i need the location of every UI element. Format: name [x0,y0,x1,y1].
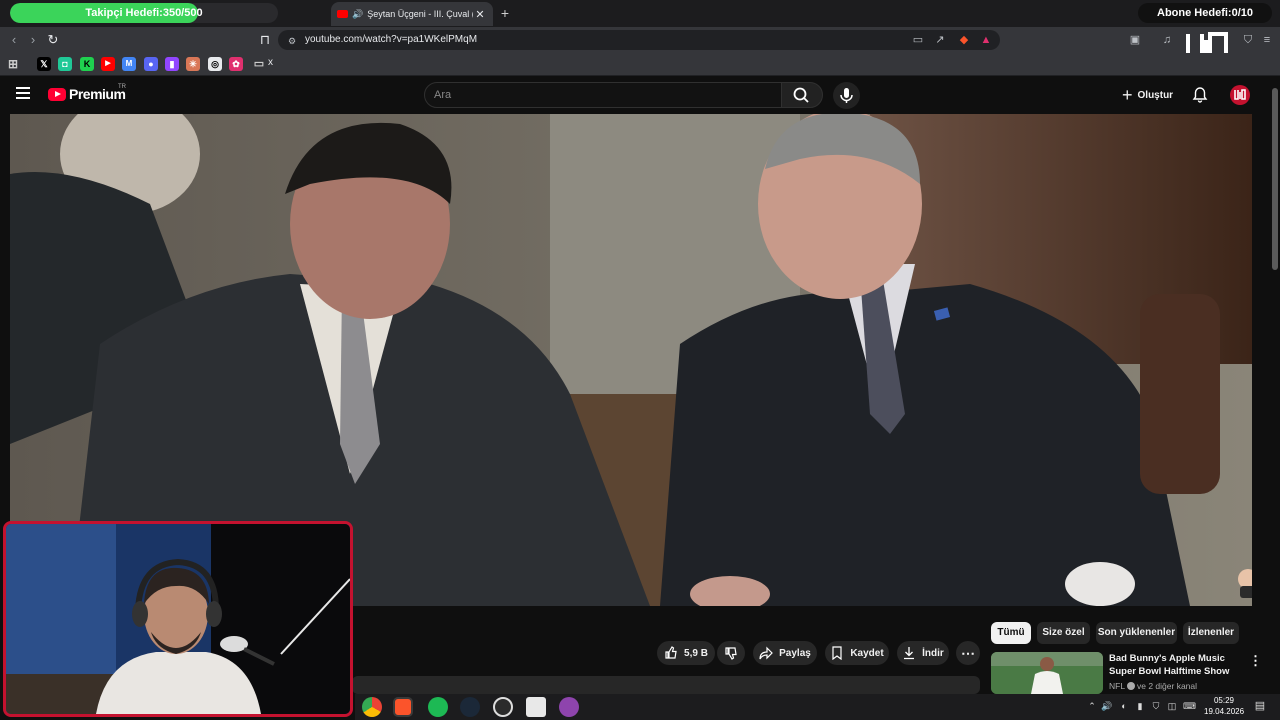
verified-icon [1127,682,1135,690]
download-button[interactable]: İndir [897,641,949,665]
tray-app-icon[interactable]: ◐ [1118,700,1130,712]
notifications-bell-icon[interactable] [1191,86,1209,104]
obs-taskbar-icon[interactable] [493,697,513,717]
twitch-icon[interactable]: ▮ [165,57,179,71]
download-icon [904,647,915,660]
recommendation-title[interactable]: Bad Bunny's Apple Music Super Bowl Halft… [1109,652,1249,678]
youtube-brand[interactable]: Premium [69,86,126,102]
share-button[interactable]: Paylaş [753,641,817,665]
dislike-button[interactable] [717,641,745,665]
youtube-icon[interactable]: ▶ [101,57,115,71]
recommendation-menu-icon[interactable]: ⋮ [1249,653,1262,669]
chrome-taskbar-icon[interactable] [362,697,382,717]
vpn-icon[interactable]: ⛉ [1240,32,1256,48]
clock-date[interactable]: 19.04.2026 [1204,707,1244,716]
microphone-icon [840,88,853,103]
create-label: Oluştur [1137,89,1174,101]
follower-goal-label: Takipçi Hedefi:350/500 [85,7,203,19]
share-page-icon[interactable]: ↗ [932,32,948,48]
share-icon [759,646,773,660]
search-button[interactable] [781,82,823,108]
brave-taskbar-icon[interactable] [393,697,413,717]
folder-icon[interactable]: ▭ [252,57,266,71]
region-code: TR [118,84,126,90]
search-icon [793,87,809,103]
url-text[interactable]: youtube.com/watch?v=pa1WKelPMqM [305,33,477,47]
like-button[interactable]: 5,9 B [657,641,715,665]
account-avatar[interactable] [1230,85,1250,105]
new-tab-button[interactable]: + [498,5,512,21]
spotify-taskbar-icon[interactable] [428,697,448,717]
save-playlist-icon [832,646,842,660]
bookmark-page-icon[interactable]: ⊓ [257,31,273,49]
browser-menu-icon[interactable]: ≡ [1259,32,1275,48]
save-label: Kaydet [850,647,884,659]
red-app-icon[interactable]: ✿ [229,57,243,71]
chip-for-you[interactable]: Size özel [1037,622,1090,644]
webcam-overlay [3,521,353,717]
create-button[interactable]: + Oluştur [1118,84,1178,106]
notifications-icon[interactable]: ▤ [1254,700,1266,712]
discord-taskbar-icon[interactable] [559,697,579,717]
tray-app2-icon[interactable]: ⛉ [1150,700,1162,712]
mic-tray-icon[interactable]: ▮ [1134,700,1146,712]
tab-title: Şeytan Üçgeni - III. Çuval (EX [367,9,473,19]
subscriber-goal-label: Abone Hedefi:0/10 [1138,3,1272,23]
chip-recently-uploaded[interactable]: Son yüklenenler [1096,622,1177,644]
save-button[interactable]: Kaydet [825,641,889,665]
thumbs-up-icon [665,646,677,659]
brave-shield-icon[interactable]: ◆ [956,32,972,48]
more-horizontal-icon: ⋯ [961,644,975,661]
gmail-icon[interactable]: M [122,57,136,71]
description-box [352,676,980,694]
clock-time[interactable]: 05:29 [1212,696,1236,705]
cast-icon[interactable]: ▭ [910,32,926,48]
channel-avatar-icon [1234,89,1246,100]
share-label: Paylaş [779,647,811,659]
page-scrollbar[interactable] [1272,88,1278,270]
chip-watched[interactable]: İzlenenler [1183,622,1239,644]
recommendation-channel-suffix: ve 2 diğer kanal [1137,681,1198,691]
browser-tab-active[interactable]: 🔊 Şeytan Üçgeni - III. Çuval (EX ✕ [331,2,493,26]
youtube-favicon-icon [337,10,348,18]
brave-rewards-icon[interactable]: ▲ [978,32,994,48]
thumbs-down-icon [725,647,737,660]
claude-icon[interactable]: ✳ [186,57,200,71]
chip-all[interactable]: Tümü [991,622,1031,644]
webcam-feed [6,524,350,714]
more-actions-button[interactable]: ⋯ [956,641,980,665]
tray-app3-icon[interactable]: ◫ [1166,700,1178,712]
audio-playing-icon[interactable]: 🔊 [352,9,363,20]
keyboard-icon[interactable]: ⌨ [1183,700,1196,712]
search-input[interactable] [434,85,764,105]
kick-icon[interactable]: K [80,57,94,71]
thumbnail-image [991,652,1103,694]
site-info-icon[interactable]: ⚙ [284,33,300,49]
plus-icon: + [1122,85,1133,105]
volume-icon[interactable]: 🔊 [1101,700,1113,712]
like-count: 5,9 B [684,647,708,659]
notepad-taskbar-icon[interactable] [526,697,546,717]
steam-taskbar-icon[interactable] [460,697,480,717]
x-icon[interactable]: 𝕏 [37,57,51,71]
recommendation-channel[interactable]: NFL [1109,681,1125,691]
green-app-icon[interactable]: ◘ [58,57,72,71]
chatgpt-icon[interactable]: ◎ [208,57,222,71]
hamburger-menu-icon[interactable] [16,87,30,101]
forward-icon[interactable]: › [25,31,41,49]
download-label: İndir [922,647,944,659]
sidebar-icon[interactable]: ▣ [1127,32,1143,48]
recommendation-thumbnail[interactable] [991,652,1103,694]
bookmark-folder-label[interactable]: x [268,57,273,68]
media-controls-icon[interactable]: ♫ [1159,32,1175,48]
apps-grid-icon[interactable]: ⊞ [6,57,20,71]
reload-icon[interactable]: ↻ [45,31,61,49]
tray-expand-icon[interactable]: ⌃ [1086,700,1098,712]
discord-icon[interactable]: ● [144,57,158,71]
follower-goal-bar: Takipçi Hedefi:350/500 [10,3,278,23]
close-tab-icon[interactable]: ✕ [473,8,487,21]
voice-search-button[interactable] [833,82,860,109]
back-icon[interactable]: ‹ [6,31,22,49]
youtube-logo-icon[interactable] [48,88,66,101]
